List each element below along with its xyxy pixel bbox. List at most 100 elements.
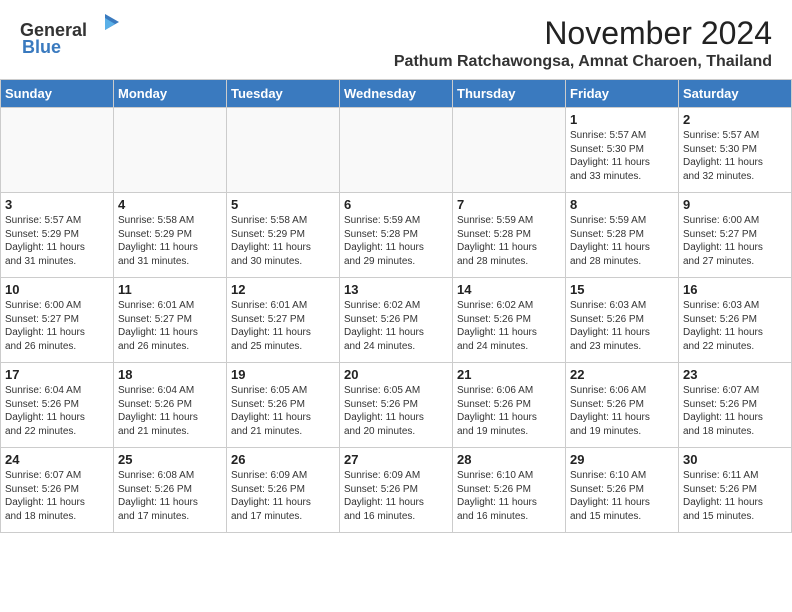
calendar-week-5: 24Sunrise: 6:07 AM Sunset: 5:26 PM Dayli…: [1, 448, 792, 533]
calendar-cell: 1Sunrise: 5:57 AM Sunset: 5:30 PM Daylig…: [566, 108, 679, 193]
day-info: Sunrise: 6:08 AM Sunset: 5:26 PM Dayligh…: [118, 469, 222, 523]
calendar-cell: 13 Sunrise: 6:02 AM Sunset: 5:26 PM Dayli…: [340, 278, 453, 363]
day-number: 18: [118, 367, 222, 382]
day-info: Sunrise: 5:58 AM Sunset: 5:29 PM Dayligh…: [231, 214, 335, 268]
weekday-header-friday: Friday: [566, 80, 679, 108]
day-number: 6: [344, 197, 448, 212]
calendar-cell: 20 Sunrise: 6:05 AM Sunset: 5:26 PM Dayli…: [340, 363, 453, 448]
day-info: Sunrise: 5:58 AM Sunset: 5:29 PM Dayligh…: [118, 214, 222, 268]
day-number: 24: [5, 452, 109, 467]
calendar-cell: [1, 108, 114, 193]
weekday-header-sunday: Sunday: [1, 80, 114, 108]
day-number: 11: [118, 282, 222, 297]
day-number: 15: [570, 282, 674, 297]
calendar-cell: [453, 108, 566, 193]
day-info: Sunrise: 6:00 AM Sunset: 5:27 PM Dayligh…: [683, 214, 787, 268]
day-number: 25: [118, 452, 222, 467]
day-number: 30: [683, 452, 787, 467]
day-info: Sunrise: 6:05 AM Sunset: 5:26 PM Dayligh…: [344, 384, 448, 438]
calendar-week-4: 17 Sunrise: 6:04 AM Sunset: 5:26 PM Dayli…: [1, 363, 792, 448]
calendar-cell: 3Sunrise: 5:57 AM Sunset: 5:29 PM Daylig…: [1, 193, 114, 278]
calendar-cell: 18Sunrise: 6:04 AM Sunset: 5:26 PM Dayli…: [114, 363, 227, 448]
day-info: Sunrise: 5:59 AM Sunset: 5:28 PM Dayligh…: [344, 214, 448, 268]
day-number: 23: [683, 367, 787, 382]
calendar-cell: 17 Sunrise: 6:04 AM Sunset: 5:26 PM Dayli…: [1, 363, 114, 448]
day-number: 7: [457, 197, 561, 212]
day-number: 16: [683, 282, 787, 297]
calendar-cell: 25 Sunrise: 6:08 AM Sunset: 5:26 PM Dayli…: [114, 448, 227, 533]
day-info: Sunrise: 6:03 AM Sunset: 5:26 PM Dayligh…: [683, 299, 787, 353]
weekday-header-monday: Monday: [114, 80, 227, 108]
calendar-cell: 28 Sunrise: 6:10 AM Sunset: 5:26 PM Dayli…: [453, 448, 566, 533]
day-info: Sunrise: 6:06 AM Sunset: 5:26 PM Dayligh…: [457, 384, 561, 438]
day-number: 2: [683, 112, 787, 127]
calendar-cell: 30 Sunrise: 6:11 AM Sunset: 5:26 PM Dayli…: [679, 448, 792, 533]
calendar-cell: 26 Sunrise: 6:09 AM Sunset: 5:26 PM Dayli…: [227, 448, 340, 533]
day-info: Sunrise: 6:02 AM Sunset: 5:26 PM Dayligh…: [344, 299, 448, 353]
calendar-cell: [340, 108, 453, 193]
day-info: Sunrise: 6:00 AM Sunset: 5:27 PM Dayligh…: [5, 299, 109, 353]
calendar-cell: 15 Sunrise: 6:03 AM Sunset: 5:26 PM Dayli…: [566, 278, 679, 363]
logo[interactable]: General Blue: [20, 16, 119, 58]
day-number: 19: [231, 367, 335, 382]
calendar-table: SundayMondayTuesdayWednesdayThursdayFrid…: [0, 79, 792, 533]
calendar-cell: [114, 108, 227, 193]
calendar-cell: 7 Sunrise: 5:59 AM Sunset: 5:28 PM Daylig…: [453, 193, 566, 278]
calendar-cell: 6 Sunrise: 5:59 AM Sunset: 5:28 PM Daylig…: [340, 193, 453, 278]
day-number: 8: [570, 197, 674, 212]
calendar-cell: [227, 108, 340, 193]
day-info: Sunrise: 5:59 AM Sunset: 5:28 PM Dayligh…: [570, 214, 674, 268]
day-number: 4: [118, 197, 222, 212]
day-number: 27: [344, 452, 448, 467]
calendar-cell: 23 Sunrise: 6:07 AM Sunset: 5:26 PM Dayli…: [679, 363, 792, 448]
day-number: 10: [5, 282, 109, 297]
calendar-cell: 8 Sunrise: 5:59 AM Sunset: 5:28 PM Daylig…: [566, 193, 679, 278]
calendar-cell: 9 Sunrise: 6:00 AM Sunset: 5:27 PM Daylig…: [679, 193, 792, 278]
calendar-cell: 19 Sunrise: 6:05 AM Sunset: 5:26 PM Dayli…: [227, 363, 340, 448]
day-number: 26: [231, 452, 335, 467]
day-info: Sunrise: 6:05 AM Sunset: 5:26 PM Dayligh…: [231, 384, 335, 438]
calendar-cell: 16 Sunrise: 6:03 AM Sunset: 5:26 PM Dayli…: [679, 278, 792, 363]
day-info: Sunrise: 6:09 AM Sunset: 5:26 PM Dayligh…: [344, 469, 448, 523]
calendar-cell: 24Sunrise: 6:07 AM Sunset: 5:26 PM Dayli…: [1, 448, 114, 533]
calendar-cell: 12 Sunrise: 6:01 AM Sunset: 5:27 PM Dayli…: [227, 278, 340, 363]
weekday-header-saturday: Saturday: [679, 80, 792, 108]
day-number: 14: [457, 282, 561, 297]
calendar-cell: 22Sunrise: 6:06 AM Sunset: 5:26 PM Dayli…: [566, 363, 679, 448]
day-number: 17: [5, 367, 109, 382]
day-number: 5: [231, 197, 335, 212]
day-info: Sunrise: 6:10 AM Sunset: 5:26 PM Dayligh…: [457, 469, 561, 523]
calendar-week-3: 10 Sunrise: 6:00 AM Sunset: 5:27 PM Dayli…: [1, 278, 792, 363]
day-info: Sunrise: 6:10 AM Sunset: 5:26 PM Dayligh…: [570, 469, 674, 523]
calendar-cell: 29 Sunrise: 6:10 AM Sunset: 5:26 PM Dayli…: [566, 448, 679, 533]
day-info: Sunrise: 6:03 AM Sunset: 5:26 PM Dayligh…: [570, 299, 674, 353]
day-number: 9: [683, 197, 787, 212]
day-info: Sunrise: 6:04 AM Sunset: 5:26 PM Dayligh…: [5, 384, 109, 438]
day-number: 12: [231, 282, 335, 297]
calendar-week-1: 1Sunrise: 5:57 AM Sunset: 5:30 PM Daylig…: [1, 108, 792, 193]
day-number: 13: [344, 282, 448, 297]
day-info: Sunrise: 6:07 AM Sunset: 5:26 PM Dayligh…: [683, 384, 787, 438]
day-info: Sunrise: 6:01 AM Sunset: 5:27 PM Dayligh…: [118, 299, 222, 353]
calendar-cell: 4 Sunrise: 5:58 AM Sunset: 5:29 PM Daylig…: [114, 193, 227, 278]
calendar-cell: 27 Sunrise: 6:09 AM Sunset: 5:26 PM Dayli…: [340, 448, 453, 533]
day-info: Sunrise: 5:57 AM Sunset: 5:30 PM Dayligh…: [570, 129, 674, 183]
location-title: Pathum Ratchawongsa, Amnat Charoen, Thai…: [119, 53, 772, 71]
day-info: Sunrise: 5:57 AM Sunset: 5:29 PM Dayligh…: [5, 214, 109, 268]
day-info: Sunrise: 5:59 AM Sunset: 5:28 PM Dayligh…: [457, 214, 561, 268]
day-info: Sunrise: 6:09 AM Sunset: 5:26 PM Dayligh…: [231, 469, 335, 523]
calendar-cell: 5 Sunrise: 5:58 AM Sunset: 5:29 PM Daylig…: [227, 193, 340, 278]
day-info: Sunrise: 6:11 AM Sunset: 5:26 PM Dayligh…: [683, 469, 787, 523]
day-number: 20: [344, 367, 448, 382]
logo-flag-icon: [91, 14, 119, 36]
day-info: Sunrise: 5:57 AM Sunset: 5:30 PM Dayligh…: [683, 129, 787, 183]
day-number: 28: [457, 452, 561, 467]
day-number: 29: [570, 452, 674, 467]
calendar-cell: 14Sunrise: 6:02 AM Sunset: 5:26 PM Dayli…: [453, 278, 566, 363]
logo-blue-text: Blue: [20, 37, 61, 58]
day-info: Sunrise: 6:06 AM Sunset: 5:26 PM Dayligh…: [570, 384, 674, 438]
calendar-cell: 21Sunrise: 6:06 AM Sunset: 5:26 PM Dayli…: [453, 363, 566, 448]
calendar-week-2: 3Sunrise: 5:57 AM Sunset: 5:29 PM Daylig…: [1, 193, 792, 278]
weekday-header-tuesday: Tuesday: [227, 80, 340, 108]
day-info: Sunrise: 6:01 AM Sunset: 5:27 PM Dayligh…: [231, 299, 335, 353]
